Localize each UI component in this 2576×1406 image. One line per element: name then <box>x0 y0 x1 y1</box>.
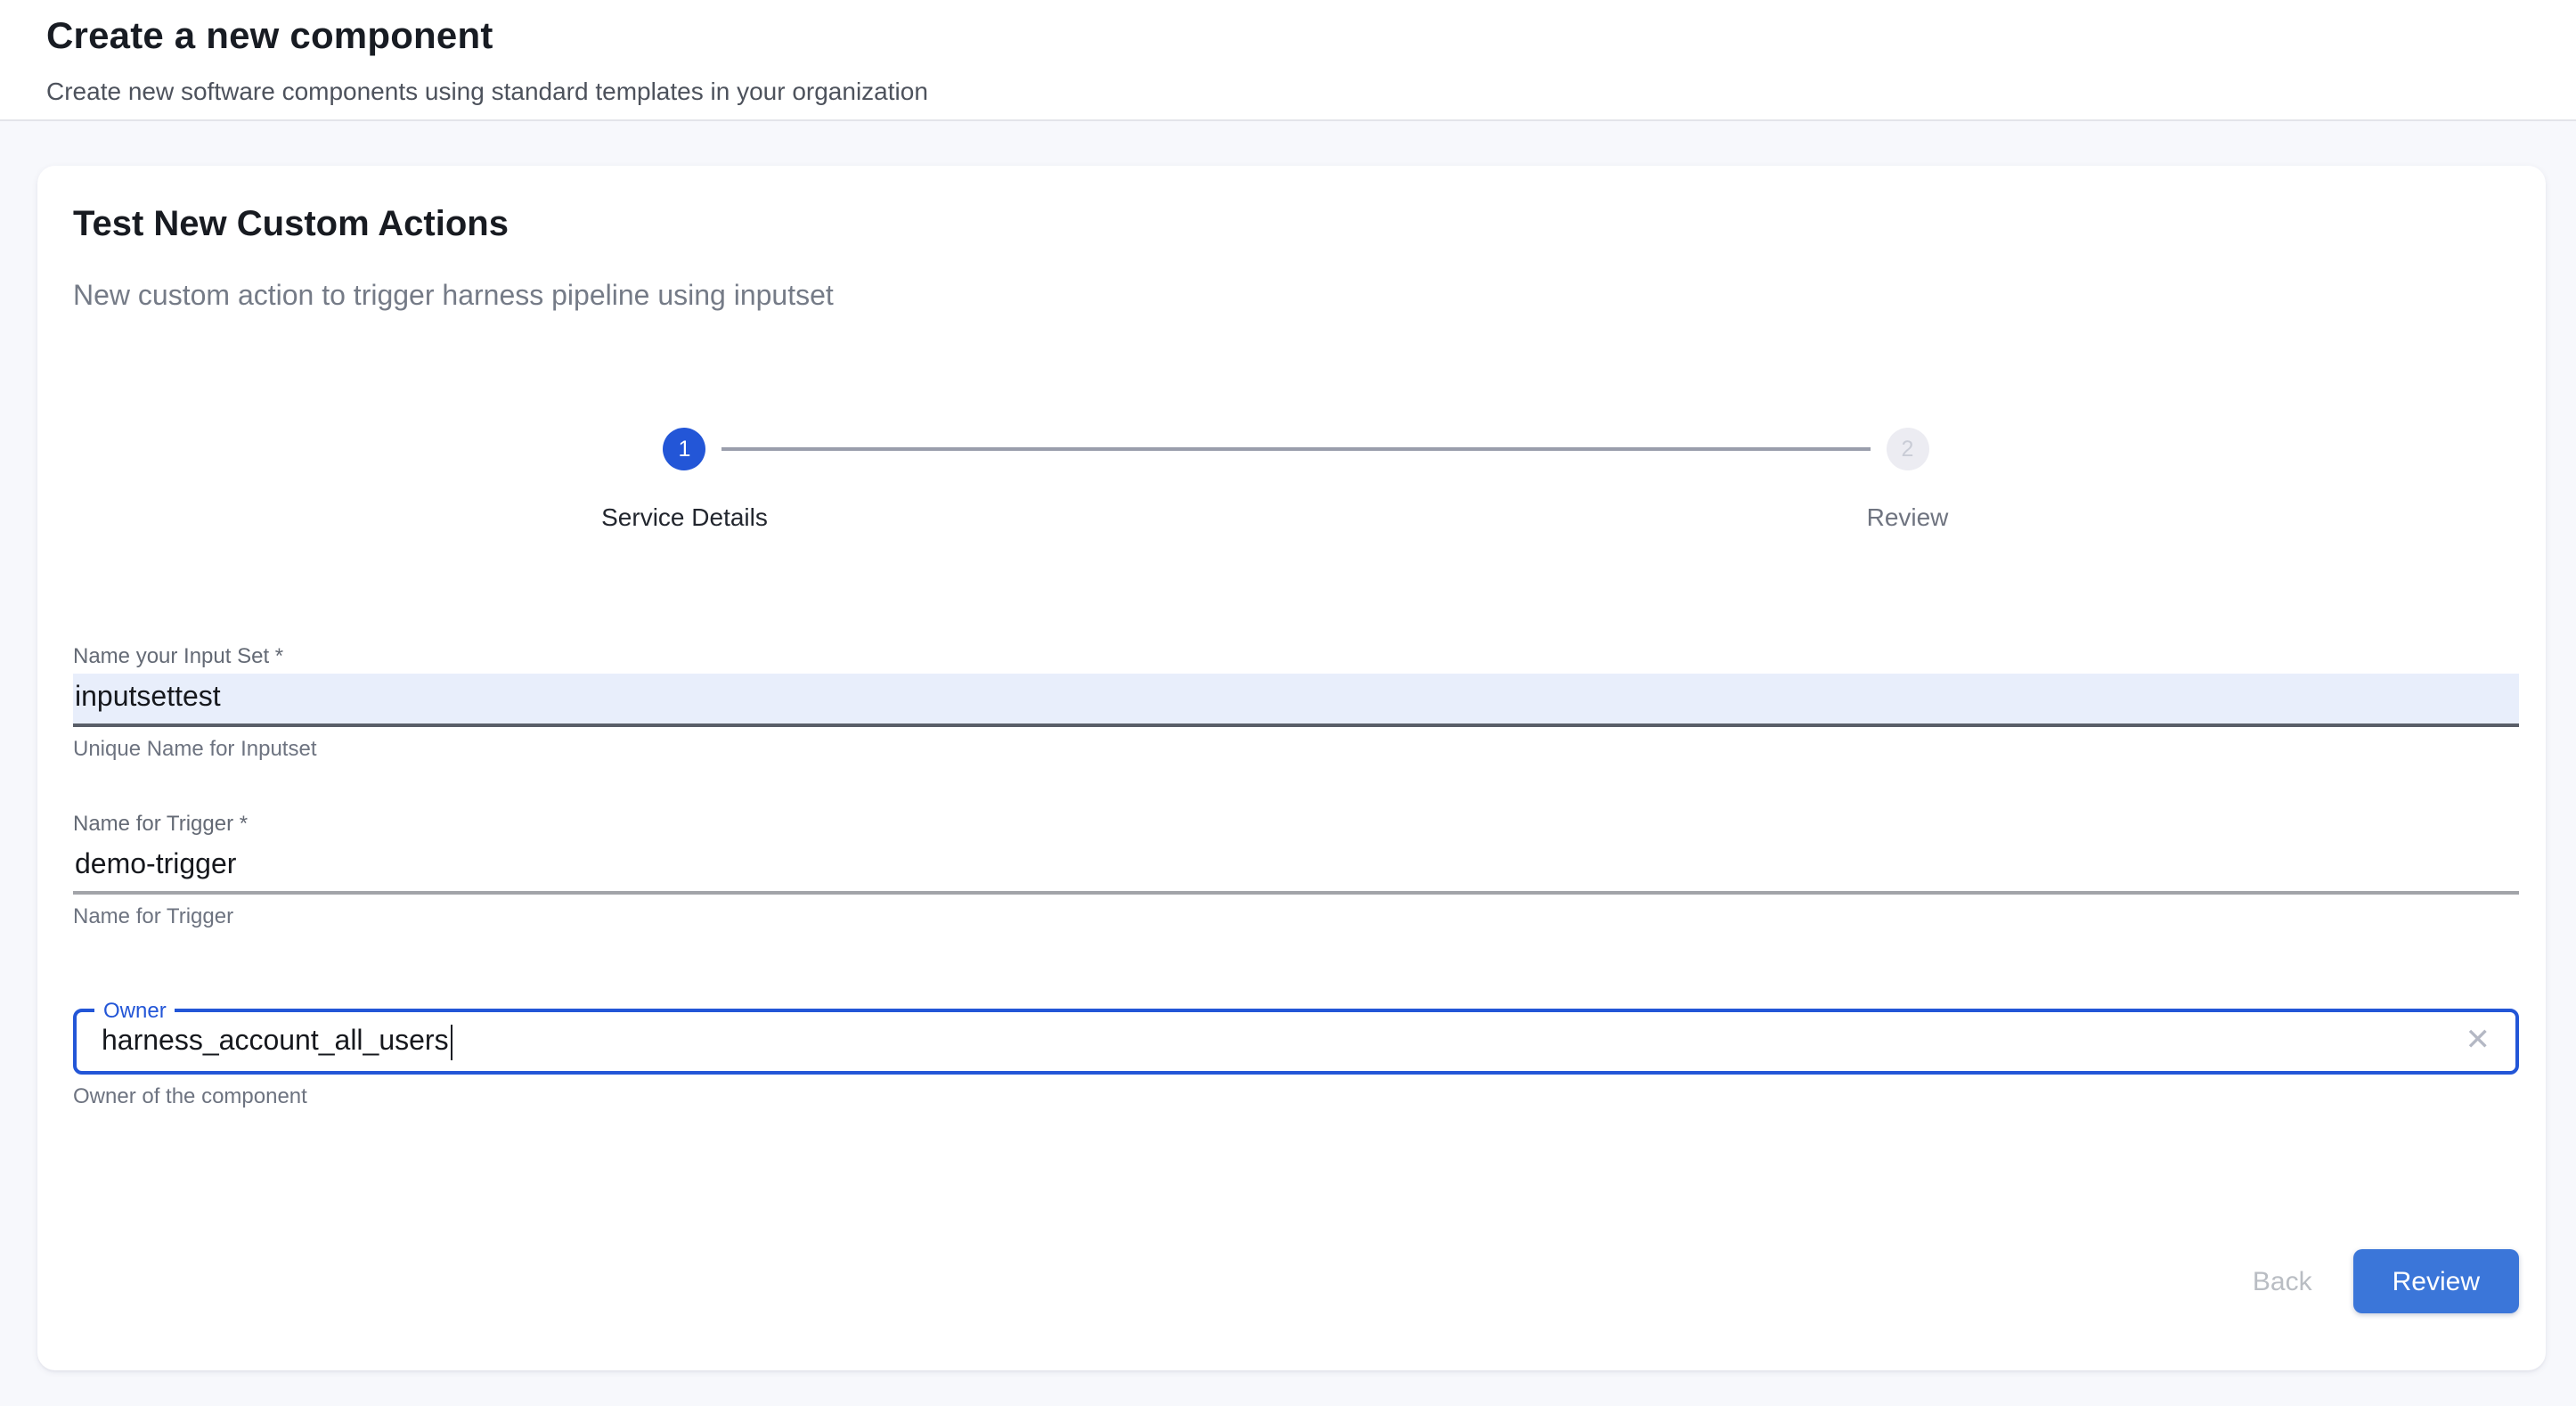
page: Create a new component Create new softwa… <box>0 0 2576 1406</box>
stepper: 1 Service Details 2 Review <box>73 428 2519 535</box>
template-wizard-card: Test New Custom Actions New custom actio… <box>37 166 2546 1370</box>
owner-input[interactable]: Owner harness_account_all_users ✕ <box>73 1009 2519 1075</box>
field-owner: Owner harness_account_all_users ✕ Owner … <box>73 1009 2519 1110</box>
input-set-helper: Unique Name for Inputset <box>73 734 2519 763</box>
step-1-label: Service Details <box>601 499 768 535</box>
field-input-set: Name your Input Set * Unique Name for In… <box>73 642 2519 763</box>
template-description: New custom action to trigger harness pip… <box>73 278 2519 317</box>
owner-value: harness_account_all_users <box>102 1024 449 1059</box>
trigger-input[interactable] <box>73 841 2519 895</box>
trigger-label: Name for Trigger * <box>73 809 2519 838</box>
input-set-label: Name your Input Set * <box>73 642 2519 670</box>
owner-floating-label: Owner <box>94 998 175 1025</box>
page-title: Create a new component <box>46 12 2530 62</box>
main-content: Test New Custom Actions New custom actio… <box>0 121 2576 1406</box>
page-header: Create a new component Create new softwa… <box>0 0 2576 121</box>
stepper-step-service-details[interactable]: 1 Service Details <box>73 428 1296 535</box>
service-details-form: Name your Input Set * Unique Name for In… <box>73 642 2519 1313</box>
page-subtitle: Create new software components using sta… <box>46 75 2530 109</box>
text-cursor <box>451 1024 453 1059</box>
step-2-label: Review <box>1867 499 1949 535</box>
stepper-step-review[interactable]: 2 Review <box>1296 428 2519 535</box>
review-button[interactable]: Review <box>2353 1249 2519 1313</box>
trigger-helper: Name for Trigger <box>73 902 2519 930</box>
template-title: Test New Custom Actions <box>73 201 2519 249</box>
input-set-input[interactable] <box>73 674 2519 727</box>
back-button[interactable]: Back <box>2224 1252 2341 1311</box>
wizard-actions: Back Review <box>73 1249 2519 1313</box>
field-trigger-name: Name for Trigger * Name for Trigger <box>73 809 2519 930</box>
owner-helper: Owner of the component <box>73 1082 2519 1110</box>
clear-icon[interactable]: ✕ <box>2466 1026 2491 1057</box>
step-1-circle: 1 <box>664 428 706 470</box>
step-2-circle: 2 <box>1887 428 1929 470</box>
